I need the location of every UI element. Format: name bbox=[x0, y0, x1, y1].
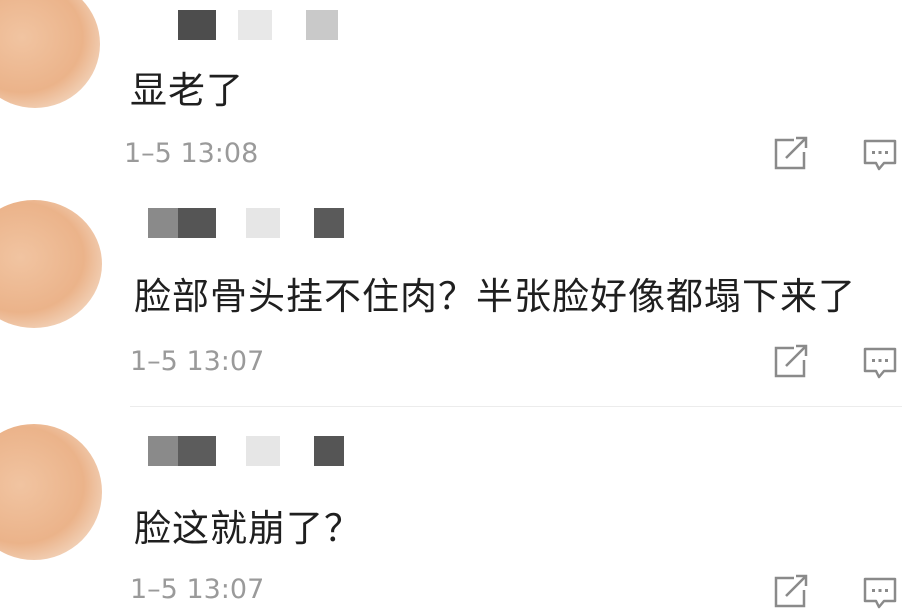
comment-text: 脸这就崩了？ bbox=[134, 507, 362, 550]
avatar[interactable] bbox=[0, 424, 102, 560]
share-icon[interactable] bbox=[772, 136, 810, 172]
avatar[interactable] bbox=[0, 0, 100, 108]
comment-text: 脸部骨头挂不住肉？半张脸好像都塌下来了 bbox=[134, 275, 856, 318]
comment-icon[interactable] bbox=[862, 575, 898, 611]
comment-timestamp: 1–5 13:08 bbox=[124, 138, 259, 169]
comment-icon[interactable] bbox=[862, 137, 898, 173]
avatar[interactable] bbox=[0, 200, 102, 328]
comment-timestamp: 1–5 13:07 bbox=[130, 574, 265, 605]
share-icon[interactable] bbox=[772, 574, 810, 610]
comment-item: 显老了 1–5 13:08 bbox=[0, 0, 902, 186]
comment-item: 脸部骨头挂不住肉？半张脸好像都塌下来了 1–5 13:07 bbox=[0, 186, 902, 406]
username-blurred[interactable] bbox=[148, 436, 358, 466]
share-icon[interactable] bbox=[772, 344, 810, 380]
comment-icon[interactable] bbox=[862, 345, 898, 381]
username-blurred[interactable] bbox=[148, 208, 358, 238]
username-blurred[interactable] bbox=[168, 10, 368, 40]
comment-item: 脸这就崩了？ 1–5 13:07 bbox=[0, 406, 902, 616]
comment-text: 显老了 bbox=[130, 69, 244, 112]
comment-timestamp: 1–5 13:07 bbox=[130, 346, 265, 377]
